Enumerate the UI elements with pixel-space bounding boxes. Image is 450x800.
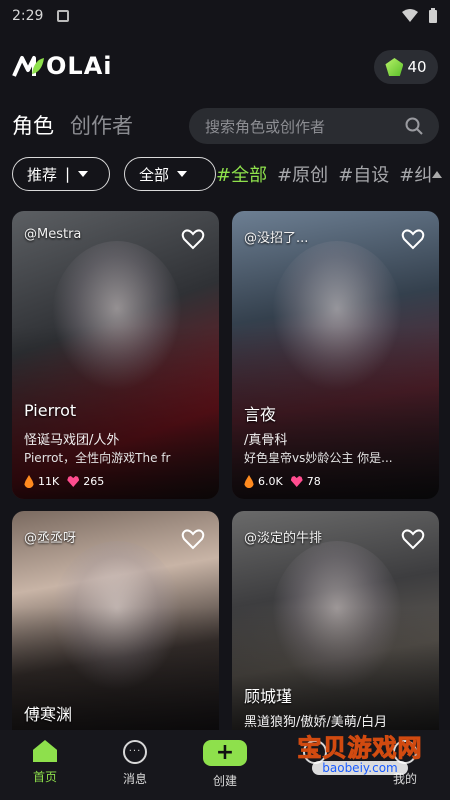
nav-create-label: 创建: [212, 774, 237, 788]
fire-icon: [244, 475, 254, 488]
favorite-icon[interactable]: [181, 527, 205, 551]
expand-tags-icon[interactable]: [432, 171, 442, 178]
logo-text: OLAi: [46, 52, 113, 80]
card-hot: 6.0K: [258, 475, 283, 488]
watermark: 宝贝游戏网 baobeiy.com: [280, 728, 440, 788]
favorite-icon[interactable]: [401, 227, 425, 251]
card-stats: 11K 265: [24, 475, 104, 488]
category-label: 全部: [139, 165, 170, 184]
plus-icon: +: [203, 740, 247, 766]
battery-icon: [429, 8, 437, 23]
tag-custom[interactable]: #自设: [338, 161, 389, 187]
tabs-row: 角色 创作者 搜索角色或创作者: [0, 106, 450, 146]
card-tag: 怪诞马戏团/人外: [24, 433, 120, 448]
category-dropdown[interactable]: 全部: [124, 157, 216, 191]
notification-icon: [57, 10, 70, 22]
chevron-down-icon: [78, 171, 89, 177]
favorite-icon[interactable]: [401, 527, 425, 551]
sort-dropdown[interactable]: 推荐 |: [12, 157, 110, 191]
app-header: OLAi 40: [0, 46, 450, 90]
search-placeholder: 搜索角色或创作者: [205, 117, 326, 136]
card-creator[interactable]: @淡定的牛排: [244, 527, 322, 546]
coin-balance-button[interactable]: 40: [374, 50, 438, 84]
card-name: 顾城瑾: [244, 687, 293, 706]
status-bar: 2:29: [0, 0, 450, 32]
card-likes: 265: [83, 475, 105, 488]
heart-icon: [67, 476, 80, 487]
tag-more[interactable]: #纠: [399, 161, 432, 187]
chevron-down-icon: [177, 171, 188, 177]
status-time: 2:29: [12, 8, 44, 24]
card-stats: 6.0K 78: [244, 475, 321, 488]
character-grid: @Mestra Pierrot 怪诞马戏团/人外 Pierrot，全性向游戏Th…: [12, 211, 440, 731]
character-card[interactable]: @没招了... 言夜 /真骨科 好色皇帝vs妙龄公主 你是... 6.0K 78: [232, 211, 439, 499]
nav-create[interactable]: + 创建: [180, 730, 270, 800]
filter-bar: 推荐 | 全部 #全部 #原创 #自设 #纠: [0, 157, 450, 193]
card-name: 傅寒渊: [24, 705, 73, 724]
sort-label: 推荐: [27, 165, 58, 184]
card-creator[interactable]: @Mestra: [24, 227, 81, 242]
card-name: Pierrot: [24, 401, 77, 420]
chat-bubble-icon: ···: [123, 740, 147, 764]
app-logo: OLAi: [12, 52, 113, 80]
card-creator[interactable]: @丞丞呀: [24, 527, 76, 546]
tag-all[interactable]: #全部: [216, 161, 267, 187]
tag-original[interactable]: #原创: [277, 161, 328, 187]
character-card[interactable]: @淡定的牛排 顾城瑾 黑道狼狗/傲娇/美萌/白月: [232, 511, 439, 731]
fire-icon: [24, 475, 34, 488]
sort-divider: |: [65, 165, 71, 183]
card-tag: /真骨科: [244, 433, 288, 448]
card-hot: 11K: [38, 475, 60, 488]
card-creator[interactable]: @没招了...: [244, 227, 308, 246]
tab-characters[interactable]: 角色: [12, 110, 54, 140]
gem-icon: [385, 58, 404, 76]
tag-list: #全部 #原创 #自设 #纠: [216, 161, 432, 187]
wifi-icon: [402, 9, 418, 22]
card-name: 言夜: [244, 405, 277, 424]
heart-icon: [290, 476, 303, 487]
favorite-icon[interactable]: [181, 227, 205, 251]
card-likes: 78: [306, 475, 321, 488]
watermark-url: baobeiy.com: [312, 761, 408, 775]
character-card[interactable]: @丞丞呀 傅寒渊: [12, 511, 219, 731]
coin-count: 40: [407, 58, 427, 76]
nav-messages-label: 消息: [122, 772, 147, 786]
home-icon: [33, 740, 57, 762]
logo-mark-icon: [12, 56, 44, 77]
tab-creators[interactable]: 创作者: [70, 110, 133, 140]
card-desc: Pierrot，全性向游戏The fr: [24, 451, 171, 465]
character-card[interactable]: @Mestra Pierrot 怪诞马戏团/人外 Pierrot，全性向游戏Th…: [12, 211, 219, 499]
nav-home-label: 首页: [32, 770, 57, 784]
card-desc: 好色皇帝vs妙龄公主 你是...: [244, 451, 393, 465]
search-icon[interactable]: [405, 117, 423, 135]
status-icons: [402, 8, 438, 24]
nav-messages[interactable]: ··· 消息: [90, 730, 180, 800]
watermark-text: 宝贝游戏网: [297, 734, 423, 763]
search-input[interactable]: 搜索角色或创作者: [189, 108, 439, 144]
nav-home[interactable]: 首页: [0, 730, 90, 800]
